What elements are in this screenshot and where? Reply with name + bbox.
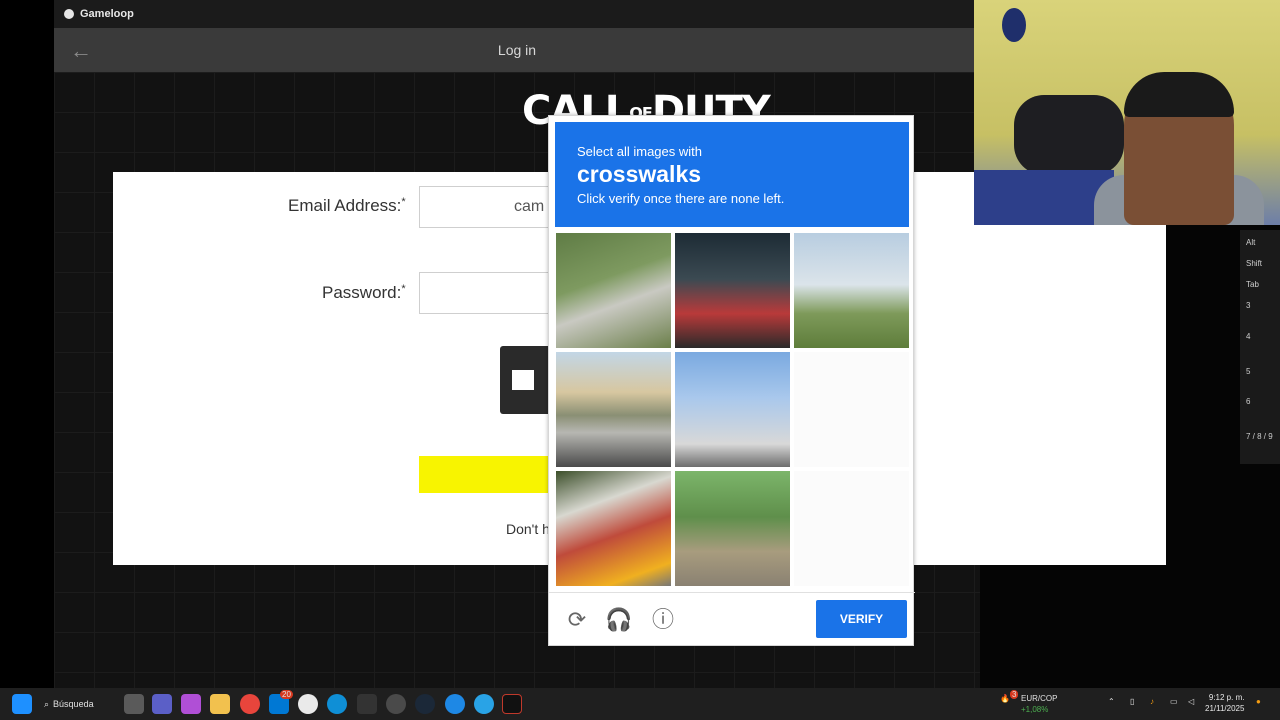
microphone-icon[interactable]: ♪ [1150, 697, 1154, 706]
back-arrow-icon[interactable]: ← [70, 38, 92, 64]
obs-icon[interactable] [386, 694, 406, 714]
captcha-tile-5[interactable] [675, 352, 790, 467]
key-5[interactable]: 5 [1246, 367, 1250, 376]
person-beanie [1124, 72, 1234, 117]
epic-games-icon[interactable] [357, 694, 377, 714]
key-7-8-9[interactable]: 7 / 8 / 9 [1246, 432, 1273, 441]
copilot-icon[interactable] [181, 694, 201, 714]
left-strip [0, 0, 54, 688]
captcha-header: Select all images with crosswalks Click … [555, 122, 909, 227]
verify-button[interactable]: VERIFY [816, 600, 907, 638]
captcha-divider [549, 592, 915, 593]
motorcycle-shape [1014, 95, 1124, 175]
video-icon [512, 370, 534, 390]
captcha-tile-1[interactable] [556, 233, 671, 348]
captcha-tile-3[interactable] [794, 233, 909, 348]
gameloop-logo-icon [64, 9, 74, 19]
notification-badge: 20 [280, 690, 293, 699]
gameloop-taskbar-icon[interactable] [445, 694, 465, 714]
email-field[interactable]: cam [419, 186, 559, 228]
captcha-hint: Click verify once there are none left. [577, 191, 785, 206]
ticker-icon: 🔥 [1000, 694, 1010, 703]
captcha-tile-7[interactable] [556, 471, 671, 586]
bed-shape [974, 170, 1114, 225]
edge-icon[interactable] [327, 694, 347, 714]
clock-date: 21/11/2025 [1205, 704, 1245, 713]
call-of-duty-taskbar-icon[interactable] [502, 694, 522, 714]
info-icon[interactable]: ⓘ [649, 606, 677, 634]
captcha-tile-6-empty[interactable] [794, 352, 909, 467]
racket-shape [1002, 8, 1026, 42]
window-title: Gameloop [80, 8, 134, 20]
password-field[interactable] [419, 272, 559, 314]
password-label: Password:* [322, 283, 406, 302]
clock[interactable]: 9:12 p. m. 21/11/2025 [1205, 692, 1244, 714]
clock-time: 9:12 p. m. [1208, 693, 1245, 702]
reload-icon[interactable]: ⟳ [563, 606, 591, 634]
steam-icon[interactable] [415, 694, 435, 714]
settings-icon[interactable] [298, 694, 318, 714]
ticker-change: +1,08% [1021, 705, 1049, 714]
captcha-instruction: Select all images with [577, 144, 702, 159]
key-mapping-panel: Alt Shift Tab 3 4 5 6 7 / 8 / 9 [1240, 230, 1280, 464]
key-6[interactable]: 6 [1246, 397, 1250, 406]
ticker-badge: 3 [1010, 690, 1019, 699]
email-label: Email Address:* [288, 196, 406, 215]
search-label: Búsqueda [53, 699, 94, 709]
chevron-up-icon[interactable]: ⌃ [1108, 697, 1115, 706]
taskbar-search[interactable]: ⌕ Búsqueda [44, 694, 94, 714]
headphones-icon[interactable]: 🎧 [605, 606, 633, 634]
key-3[interactable]: 3 [1246, 301, 1250, 310]
key-tab[interactable]: Tab [1246, 280, 1259, 289]
signup-prompt: Don't h [506, 521, 550, 537]
captcha-tile-9-empty[interactable] [794, 471, 909, 586]
captcha-dialog: Select all images with crosswalks Click … [548, 115, 915, 646]
gameloop-titlebar: Gameloop [54, 0, 980, 28]
captcha-target: crosswalks [577, 161, 702, 187]
teams-icon[interactable] [152, 694, 172, 714]
captcha-tile-2[interactable] [675, 233, 790, 348]
gameloop-active-icon[interactable] [474, 694, 494, 714]
captcha-tile-4[interactable] [556, 352, 671, 467]
key-shift[interactable]: Shift [1246, 259, 1262, 268]
header-title: Log in [497, 42, 537, 58]
captcha-tile-8[interactable] [675, 471, 790, 586]
file-explorer-icon[interactable] [210, 694, 230, 714]
notifications-bell-icon[interactable]: ● [1256, 697, 1261, 706]
chrome-icon[interactable] [240, 694, 260, 714]
search-icon: ⌕ [44, 698, 50, 709]
key-alt[interactable]: Alt [1246, 238, 1255, 247]
volume-icon[interactable]: ◁ [1188, 697, 1194, 706]
taskbar: ⌕ Búsqueda 20 🔥 3 EUR/COP +1,08% ⌃ ▯ ♪ ▭… [0, 688, 1280, 720]
login-header: ← Log in [54, 28, 980, 72]
key-4[interactable]: 4 [1246, 332, 1250, 341]
network-icon[interactable]: ▭ [1170, 697, 1178, 706]
currency-ticker[interactable]: EUR/COP +1,08% [1021, 693, 1057, 715]
login-button[interactable] [419, 456, 559, 493]
windows-start-icon[interactable] [12, 694, 32, 714]
ticker-name: EUR/COP [1021, 694, 1058, 703]
task-view-icon[interactable] [124, 694, 144, 714]
webcam-overlay [974, 0, 1280, 225]
battery-icon[interactable]: ▯ [1130, 697, 1134, 706]
